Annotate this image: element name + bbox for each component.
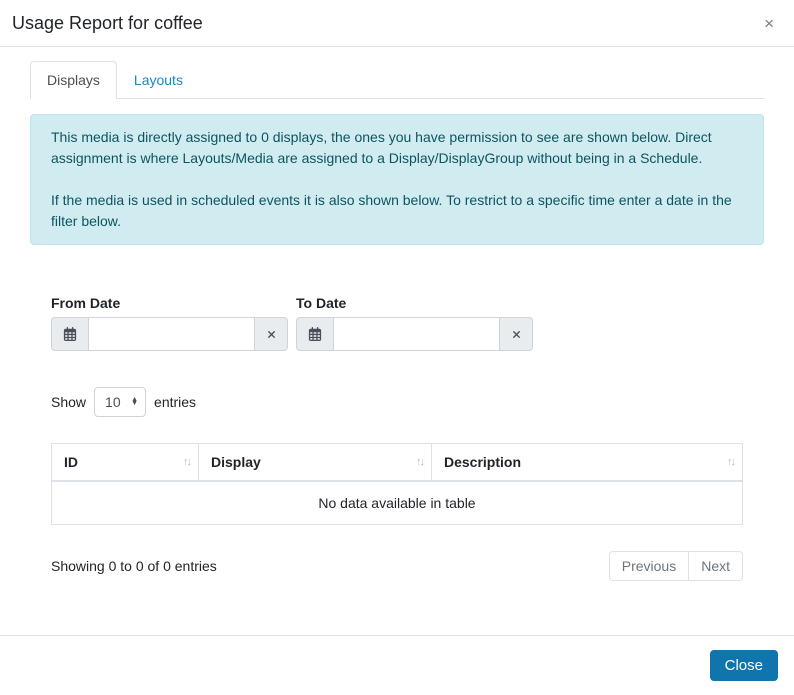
- table-length-control: Show 10 ▲ ▼ entries: [51, 387, 743, 417]
- length-suffix-label: entries: [154, 394, 196, 410]
- calendar-icon[interactable]: [296, 317, 333, 351]
- entries-per-page-select[interactable]: 10 ▲ ▼: [94, 387, 146, 417]
- tab-bar: Displays Layouts: [30, 61, 764, 99]
- entries-summary: Showing 0 to 0 of 0 entries: [51, 558, 217, 574]
- modal-body: Displays Layouts This media is directly …: [0, 47, 794, 635]
- tab-displays[interactable]: Displays: [30, 61, 117, 99]
- usage-report-modal: Usage Report for coffee × Displays Layou…: [0, 0, 794, 695]
- to-date-input-group: [296, 317, 533, 351]
- previous-page-button[interactable]: Previous: [609, 551, 689, 581]
- empty-table-message: No data available in table: [52, 481, 743, 525]
- table-footer-row: Showing 0 to 0 of 0 entries Previous Nex…: [51, 551, 743, 581]
- modal-header: Usage Report for coffee ×: [0, 0, 794, 47]
- column-header-id[interactable]: ID ↑↓: [52, 444, 199, 482]
- column-header-description[interactable]: Description ↑↓: [432, 444, 743, 482]
- sort-icon: ↑↓: [416, 456, 423, 468]
- from-date-input-group: [51, 317, 288, 351]
- info-alert: This media is directly assigned to 0 dis…: [30, 114, 764, 245]
- calendar-icon[interactable]: [51, 317, 88, 351]
- x-clear-icon[interactable]: [500, 317, 533, 351]
- length-prefix-label: Show: [51, 394, 86, 410]
- alert-paragraph: This media is directly assigned to 0 dis…: [51, 127, 743, 169]
- empty-table-row: No data available in table: [52, 481, 743, 525]
- modal-title: Usage Report for coffee: [12, 13, 203, 34]
- sort-icon: ↑↓: [727, 456, 734, 468]
- close-button[interactable]: Close: [710, 650, 778, 681]
- from-date-input[interactable]: [88, 317, 255, 351]
- modal-footer: Close: [0, 635, 794, 695]
- usage-table: ID ↑↓ Display ↑↓ Description ↑↓: [51, 443, 743, 525]
- close-icon[interactable]: ×: [760, 13, 778, 34]
- x-clear-icon[interactable]: [255, 317, 288, 351]
- to-date-label: To Date: [296, 295, 533, 311]
- to-date-input[interactable]: [333, 317, 500, 351]
- next-page-button[interactable]: Next: [689, 551, 743, 581]
- tab-layouts[interactable]: Layouts: [117, 61, 200, 99]
- stepper-arrows-icon: ▲ ▼: [131, 398, 138, 406]
- column-header-display[interactable]: Display ↑↓: [199, 444, 432, 482]
- from-date-group: From Date: [51, 295, 288, 351]
- date-filter-row: From Date To Date: [51, 295, 743, 351]
- sort-icon: ↑↓: [183, 456, 190, 468]
- to-date-group: To Date: [296, 295, 533, 351]
- selected-length-value: 10: [105, 394, 121, 410]
- report-body: From Date To Date: [30, 295, 764, 581]
- pagination: Previous Next: [609, 551, 743, 581]
- table-header-row: ID ↑↓ Display ↑↓ Description ↑↓: [52, 444, 743, 482]
- from-date-label: From Date: [51, 295, 288, 311]
- alert-paragraph: If the media is used in scheduled events…: [51, 190, 743, 232]
- tab-pane-displays: This media is directly assigned to 0 dis…: [30, 114, 764, 581]
